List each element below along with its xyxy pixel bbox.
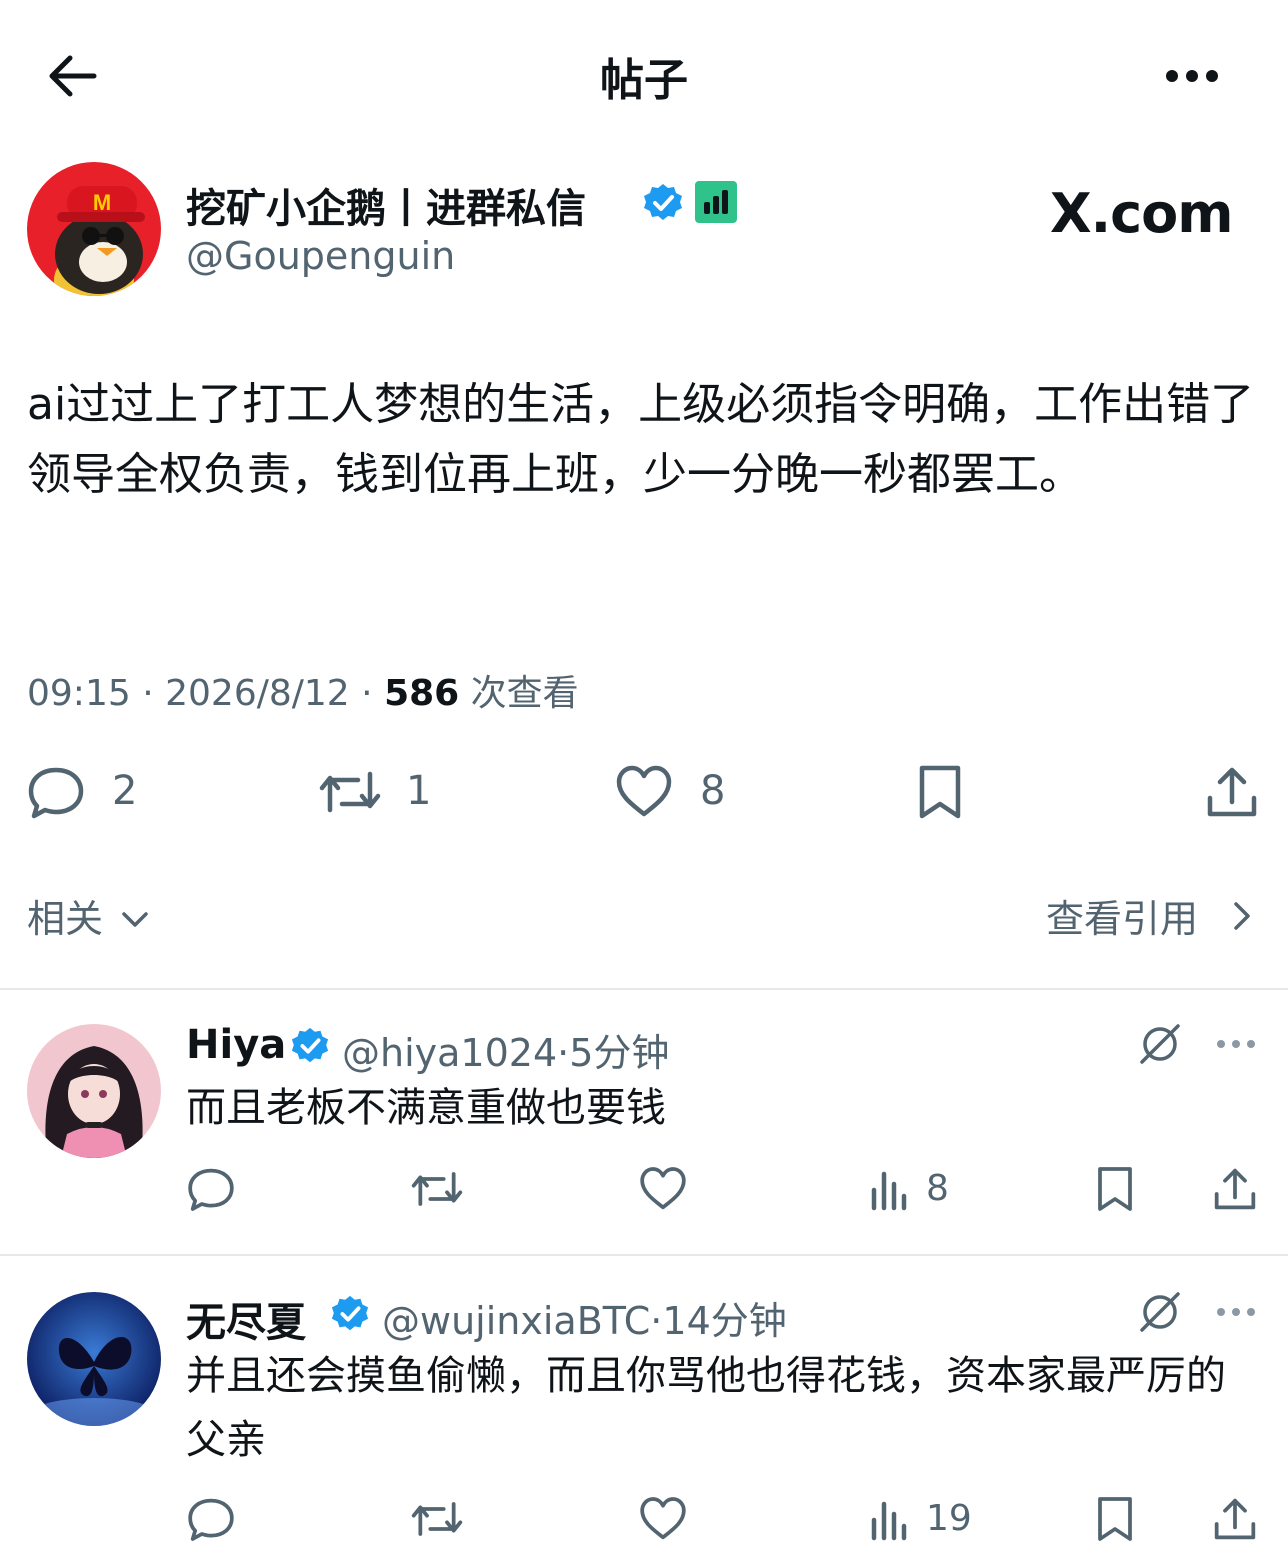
views-label: 次查看	[470, 673, 579, 714]
repost-count: 1	[406, 768, 432, 814]
reply-icon[interactable]	[186, 1164, 236, 1214]
reply-text: 而且老板不满意重做也要钱	[186, 1085, 666, 1131]
more-options-icon[interactable]	[1214, 1032, 1258, 1056]
like-count: 8	[700, 768, 726, 814]
related-toggle[interactable]: 相关	[27, 888, 103, 943]
reply-time: 5分钟	[569, 1031, 670, 1075]
divider	[0, 988, 1288, 990]
views-count: 8	[926, 1168, 949, 1209]
more-options-icon[interactable]	[1214, 1300, 1258, 1324]
share-icon[interactable]	[1210, 1494, 1260, 1544]
like-icon[interactable]	[614, 762, 674, 822]
reply-author-name[interactable]: Hiya	[186, 1022, 286, 1068]
bookmark-icon[interactable]	[1090, 1164, 1140, 1214]
reply-text: 并且还会摸鱼偷懒，而且你骂他也得花钱，资本家最严厉的父亲	[186, 1353, 1226, 1463]
xcom-watermark: X.com	[1050, 182, 1234, 245]
post-time: 09:15	[27, 673, 131, 714]
view-count: 586	[384, 673, 460, 714]
repost-icon[interactable]	[410, 1164, 463, 1214]
post-date: 2026/8/12	[165, 673, 350, 714]
affiliate-badge-icon	[694, 180, 738, 224]
views-count: 19	[926, 1498, 972, 1539]
share-icon[interactable]	[1210, 1164, 1260, 1214]
svg-text:M: M	[93, 190, 111, 215]
views-icon[interactable]	[866, 1494, 916, 1544]
chevron-down-icon[interactable]	[118, 902, 152, 936]
view-quotes-link[interactable]: 查看引用	[1046, 888, 1198, 943]
like-icon[interactable]	[638, 1164, 688, 1214]
grok-icon[interactable]	[1136, 1288, 1184, 1336]
repost-icon[interactable]	[318, 762, 381, 822]
reply-handle[interactable]: @wujinxiaBTC	[382, 1299, 650, 1343]
reply-icon[interactable]	[186, 1494, 236, 1544]
bookmark-icon[interactable]	[910, 762, 970, 822]
repost-icon[interactable]	[410, 1494, 463, 1544]
meta-separator: ·	[361, 673, 373, 714]
reply-author-name[interactable]: 无尽夏	[186, 1290, 306, 1348]
divider	[0, 1254, 1288, 1256]
bookmark-icon[interactable]	[1090, 1494, 1140, 1544]
verified-badge-icon	[290, 1026, 330, 1066]
page-title: 帖子	[600, 55, 688, 106]
reply-count: 2	[112, 768, 138, 814]
reply-time: 14分钟	[662, 1299, 787, 1343]
post-text: ai过过上了打工人梦想的生活，上级必须指令明确，工作出错了领导全权负责，钱到位再…	[27, 379, 1255, 500]
author-handle[interactable]: @Goupenguin	[186, 234, 455, 278]
share-icon[interactable]	[1202, 762, 1262, 822]
author-name[interactable]: 挖矿小企鹅丨进群私信	[186, 176, 586, 234]
reply-handle[interactable]: @hiya1024	[342, 1031, 557, 1075]
like-icon[interactable]	[638, 1494, 688, 1544]
meta-separator: ·	[557, 1031, 570, 1075]
views-icon[interactable]	[866, 1164, 916, 1214]
meta-separator: ·	[142, 673, 154, 714]
chevron-right-icon[interactable]	[1226, 896, 1256, 936]
grok-icon[interactable]	[1136, 1020, 1184, 1068]
reply-avatar[interactable]	[27, 1292, 161, 1426]
verified-badge-icon	[330, 1294, 370, 1334]
more-options-icon[interactable]	[1160, 56, 1224, 96]
meta-separator: ·	[650, 1299, 663, 1343]
reply-icon[interactable]	[26, 762, 86, 822]
verified-badge-icon	[642, 182, 684, 224]
reply-handle-line[interactable]: @wujinxiaBTC·14分钟	[382, 1290, 787, 1345]
author-avatar[interactable]: M	[27, 162, 161, 296]
reply-handle-line[interactable]: @hiya1024·5分钟	[342, 1022, 669, 1077]
reply-avatar[interactable]	[27, 1024, 161, 1158]
post-meta: 09:15 · 2026/8/12 · 586 次查看	[27, 664, 579, 716]
